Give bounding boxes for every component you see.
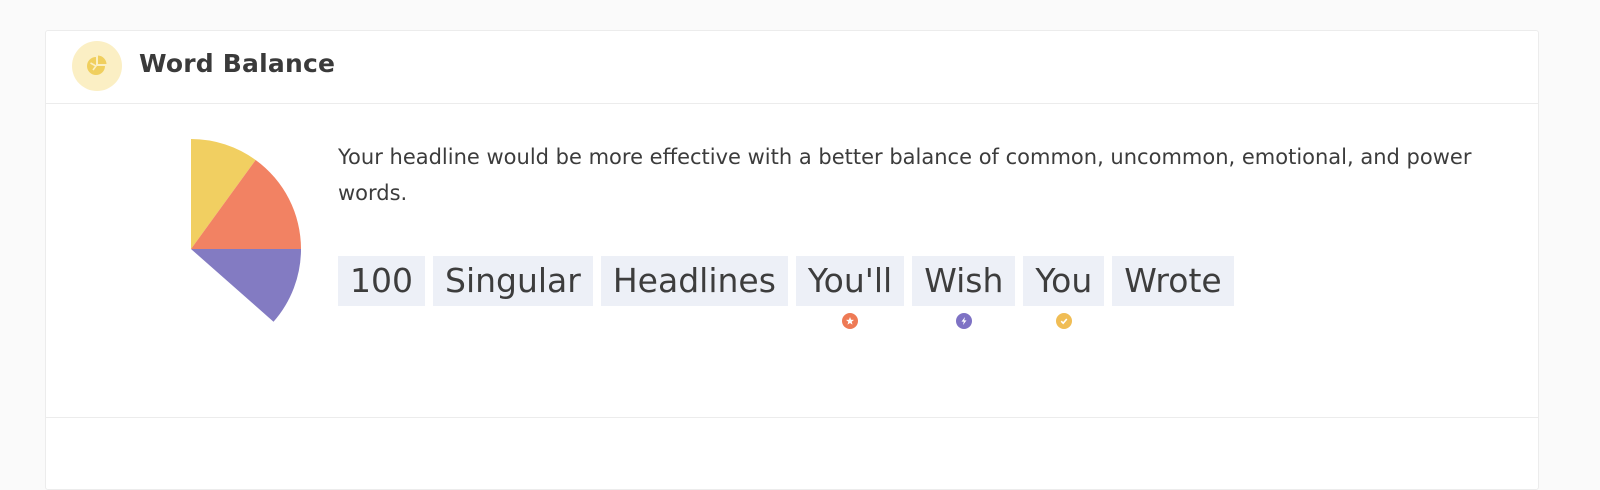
headline-word-text: You'll — [807, 261, 893, 300]
headline-word-text: You — [1035, 261, 1093, 300]
panel-title: Word Balance — [139, 49, 336, 78]
headline-words: 100 Singular Headlines You'll Wish You Wrote — [338, 256, 1234, 329]
word-balance-panel: Word Balance Your headline would be more… — [45, 30, 1539, 490]
headline-word-text: Wish — [924, 261, 1004, 300]
lightning-icon — [955, 313, 972, 329]
headline-word-text: 100 — [350, 261, 413, 300]
headline-word: You — [1023, 256, 1105, 329]
headline-word-text: Headlines — [612, 261, 776, 300]
check-icon — [1055, 313, 1072, 329]
pie-segment-emotional — [191, 249, 301, 322]
panel-header: Word Balance — [46, 31, 1538, 104]
headline-word-text: Wrote — [1124, 261, 1222, 300]
headline-word-text: Singular — [445, 261, 581, 300]
balance-message: Your headline would be more effective wi… — [338, 145, 1472, 205]
headline-word: Headlines — [600, 256, 788, 306]
pie-chart-icon — [72, 41, 122, 91]
headline-word: 100 — [338, 256, 425, 306]
star-icon — [842, 313, 859, 329]
headline-word: You'll — [795, 256, 905, 329]
panel-body: Your headline would be more effective wi… — [46, 103, 1538, 418]
headline-word: Wrote — [1112, 256, 1234, 306]
headline-word: Wish — [912, 256, 1016, 329]
word-balance-pie-chart — [191, 139, 301, 322]
headline-word: Singular — [433, 256, 593, 306]
